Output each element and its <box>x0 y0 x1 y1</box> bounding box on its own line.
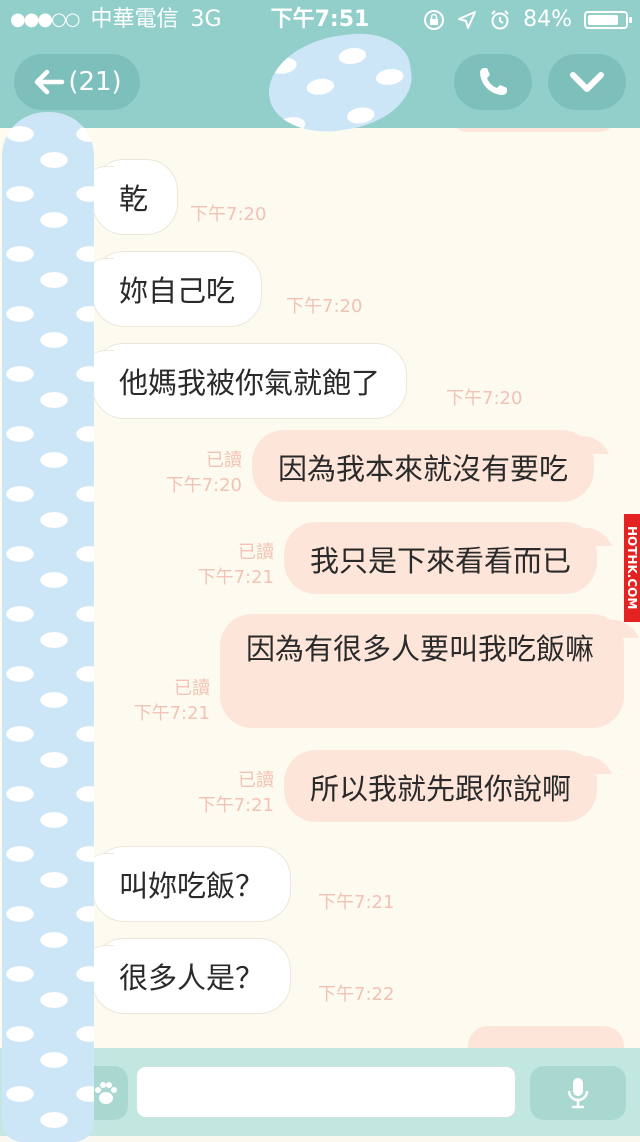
battery-percent: 84% <box>523 7 572 32</box>
message-input-bar <box>0 1048 640 1136</box>
call-button[interactable] <box>454 54 532 110</box>
incoming-message[interactable]: 叫妳吃飯？ <box>92 846 292 922</box>
battery-level <box>588 15 618 25</box>
message-text: 乾 <box>119 182 149 216</box>
watermark-label: HOTHK.COM <box>624 514 640 622</box>
rotation-lock-icon <box>424 10 445 30</box>
message-read-status: 已讀 <box>174 678 210 699</box>
message-text: 所以我就先跟你說啊 <box>310 772 572 806</box>
outgoing-message[interactable]: 因為有很多人要叫我吃飯嘛 <box>220 614 624 728</box>
microphone-button[interactable] <box>530 1066 626 1120</box>
message-time: 下午7:21 <box>197 795 274 816</box>
message-read-status: 已讀 <box>206 450 242 471</box>
message-time: 下午7:20 <box>446 388 523 409</box>
location-icon <box>458 11 477 29</box>
phone-icon <box>480 68 507 95</box>
message-text: 他媽我被你氣就飽了 <box>119 366 381 400</box>
partial-message-bubble <box>468 1026 624 1048</box>
message-text: 因為有很多人要叫我吃飯嘛 <box>246 632 595 666</box>
message-time: 下午7:21 <box>197 567 274 588</box>
message-time: 下午7:21 <box>133 703 210 724</box>
arrow-left-icon <box>35 69 65 95</box>
message-text: 很多人是？ <box>119 961 265 995</box>
message-text: 因為我本來就沒有要吃 <box>278 452 569 486</box>
message-time: 下午7:21 <box>318 892 395 913</box>
incoming-message[interactable]: 妳自己吃 <box>92 251 263 327</box>
status-bar: ●●●○○ 中華電信 3G 下午7:51 84% <box>0 0 640 40</box>
message-time: 下午7:22 <box>318 984 395 1005</box>
outgoing-message[interactable]: 我只是下來看看而已 <box>284 522 598 594</box>
incoming-message[interactable]: 他媽我被你氣就飽了 <box>92 343 408 419</box>
cloud-decoration <box>2 112 94 1142</box>
outgoing-message[interactable]: 因為我本來就沒有要吃 <box>252 430 595 502</box>
incoming-message[interactable]: 很多人是？ <box>92 938 292 1014</box>
paw-icon <box>95 1082 117 1104</box>
message-read-status: 已讀 <box>238 542 274 563</box>
message-time: 下午7:20 <box>190 204 267 225</box>
message-text: 我只是下來看看而已 <box>310 544 572 578</box>
chevron-down-icon <box>570 72 604 92</box>
battery-icon <box>584 11 632 29</box>
message-input[interactable] <box>136 1066 516 1118</box>
alarm-icon <box>491 10 509 30</box>
message-text: 叫妳吃飯？ <box>119 869 265 903</box>
partial-message-bubble <box>450 128 616 132</box>
message-read-status: 已讀 <box>238 770 274 791</box>
message-text: 妳自己吃 <box>119 274 236 308</box>
outgoing-message[interactable]: 所以我就先跟你說啊 <box>284 750 598 822</box>
menu-button[interactable] <box>548 54 626 110</box>
microphone-icon <box>567 1078 589 1109</box>
unread-count: (21) <box>68 67 122 97</box>
status-right: 84% <box>423 0 632 40</box>
chat-area[interactable]: 乾 下午7:20 妳自己吃 下午7:20 他媽我被你氣就飽了 下午7:20 已讀… <box>0 128 640 1048</box>
message-time: 下午7:20 <box>286 296 363 317</box>
back-button[interactable]: (21) <box>14 54 140 110</box>
message-time: 下午7:20 <box>165 475 242 496</box>
incoming-message[interactable]: 乾 <box>92 159 178 235</box>
